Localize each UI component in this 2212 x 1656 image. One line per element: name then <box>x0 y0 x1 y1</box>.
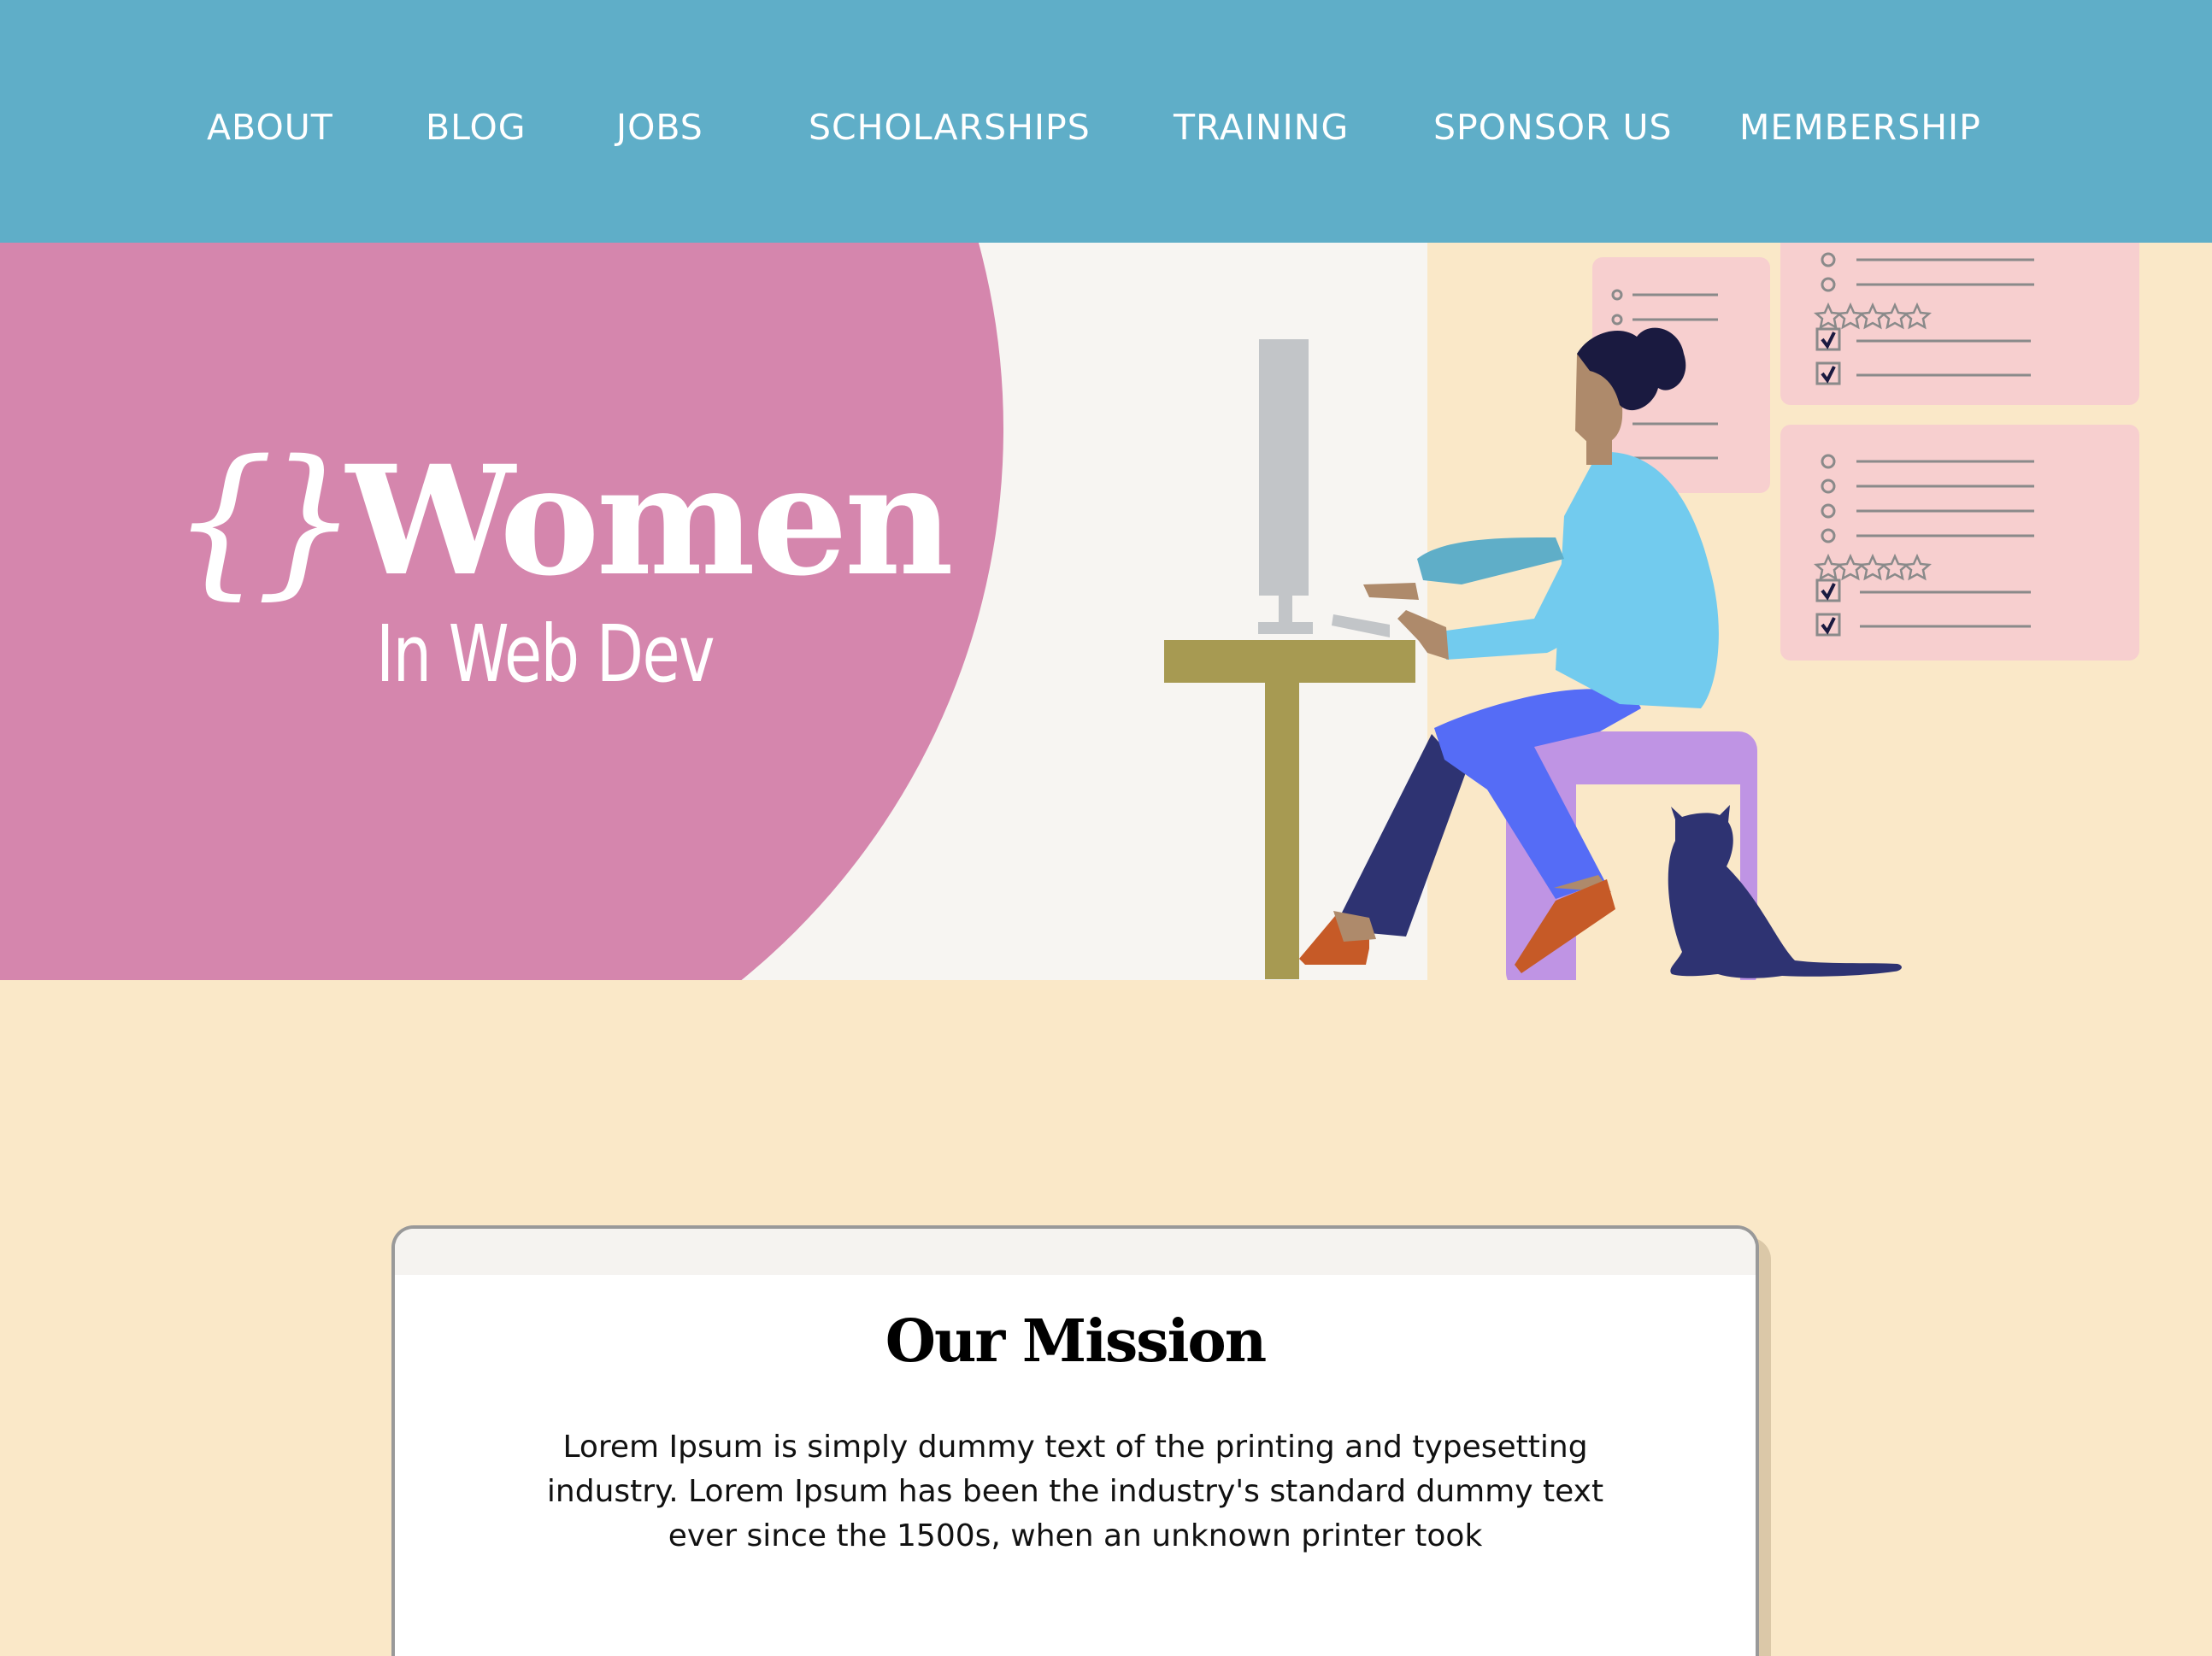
nav-link-sponsor-us[interactable]: SPONSOR US <box>1433 107 1673 148</box>
hero-banner: {} Women In Web Dev <box>0 243 2212 980</box>
top-navigation-bar: ABOUT BLOG JOBS SCHOLARSHIPS TRAINING SP… <box>0 0 2212 243</box>
mission-title: Our Mission <box>885 1307 1267 1376</box>
nav-link-blog[interactable]: BLOG <box>426 107 527 148</box>
checklist-card-icon <box>1780 425 2139 661</box>
mission-text: Lorem Ipsum is simply dummy text of the … <box>546 1430 1604 1553</box>
logo-subtitle: In Web Dev <box>376 608 715 700</box>
mission-card: Our Mission Lorem Ipsum is simply dummy … <box>391 1225 1759 1656</box>
nav-link-scholarships[interactable]: SCHOLARSHIPS <box>809 107 1091 148</box>
nav-link-training[interactable]: TRAINING <box>1174 107 1349 148</box>
nav-link-jobs[interactable]: JOBS <box>616 107 703 148</box>
mission-card-header-strip <box>395 1229 1756 1275</box>
logo-braces-icon: {} <box>171 426 359 614</box>
logo-title: Women <box>346 432 954 609</box>
nav-link-membership[interactable]: MEMBERSHIP <box>1739 107 1981 148</box>
cat-icon <box>1668 805 1902 978</box>
nav-link-about[interactable]: ABOUT <box>207 107 333 148</box>
woman-at-computer-illustration <box>1164 243 2139 980</box>
survey-card-icon <box>1780 243 2139 405</box>
